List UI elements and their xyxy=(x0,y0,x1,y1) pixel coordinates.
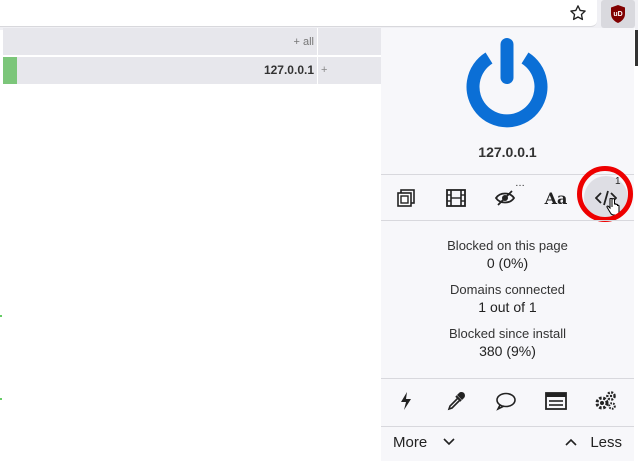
divider xyxy=(381,426,634,427)
cosmetic-filter-icon[interactable]: … xyxy=(481,178,531,218)
media-block-icon[interactable] xyxy=(431,178,481,218)
blocked-since-install-label: Blocked since install xyxy=(448,326,567,341)
highlight-circle xyxy=(577,166,633,222)
domains-connected-value: 1 out of 1 xyxy=(478,299,537,315)
chevron-down-icon[interactable] xyxy=(443,438,455,446)
domains-connected-label: Domains connected xyxy=(450,282,565,297)
browser-toolbar: uD xyxy=(0,0,638,30)
page-artifact xyxy=(0,315,2,317)
firewall-host-cell[interactable]: 127.0.0.1 xyxy=(3,57,317,84)
blocked-on-page-label: Blocked on this page xyxy=(447,238,568,253)
firewall-host-name: 127.0.0.1 xyxy=(263,63,314,77)
more-button[interactable]: More xyxy=(393,434,427,451)
ublock-origin-icon[interactable]: uD xyxy=(601,0,635,28)
settings-gears-icon[interactable] xyxy=(581,381,631,421)
firewall-host-cell[interactable]: + all xyxy=(3,28,317,55)
remote-fonts-label: Aa xyxy=(544,188,568,208)
star-icon[interactable] xyxy=(566,2,590,24)
speech-bubble-icon[interactable] xyxy=(481,381,531,421)
firewall-rule-cell[interactable]: + xyxy=(318,57,381,84)
bottom-toolbar xyxy=(381,381,634,421)
ublock-main-panel: 127.0.0.1 … Aa 1 Blocked on this page 0 … xyxy=(381,28,634,461)
logger-icon[interactable] xyxy=(531,381,581,421)
popup-block-icon[interactable] xyxy=(381,178,431,218)
divider xyxy=(381,220,634,221)
blocked-since-install-value: 380 (9%) xyxy=(479,343,536,359)
divider xyxy=(381,378,634,379)
lightning-icon[interactable] xyxy=(381,381,431,421)
firewall-rule-label: + xyxy=(321,64,328,76)
firewall-pane: + all 127.0.0.1 + xyxy=(3,28,381,461)
firewall-rule-cell[interactable] xyxy=(318,28,381,55)
blocked-on-page-value: 0 (0%) xyxy=(486,255,529,271)
more-less-row: More Less xyxy=(381,429,634,459)
remote-fonts-icon[interactable]: Aa xyxy=(531,178,581,218)
stats-section: Blocked on this page 0 (0%) Domains conn… xyxy=(381,234,634,359)
less-button[interactable]: Less xyxy=(590,434,622,451)
allowed-indicator xyxy=(3,57,17,84)
power-icon[interactable] xyxy=(459,34,555,130)
eyedropper-icon[interactable] xyxy=(431,381,481,421)
firewall-row-all: + all xyxy=(3,28,381,55)
firewall-row-host: 127.0.0.1 + xyxy=(3,57,381,84)
page-hostname: 127.0.0.1 xyxy=(478,144,537,160)
firewall-rule-label: + all xyxy=(293,36,315,48)
cosmetic-filter-badge: … xyxy=(515,178,525,189)
chevron-up-icon[interactable] xyxy=(565,438,577,446)
url-bar[interactable] xyxy=(0,0,597,27)
page-artifact xyxy=(0,398,2,400)
extension-badge-text: uD xyxy=(613,11,622,18)
